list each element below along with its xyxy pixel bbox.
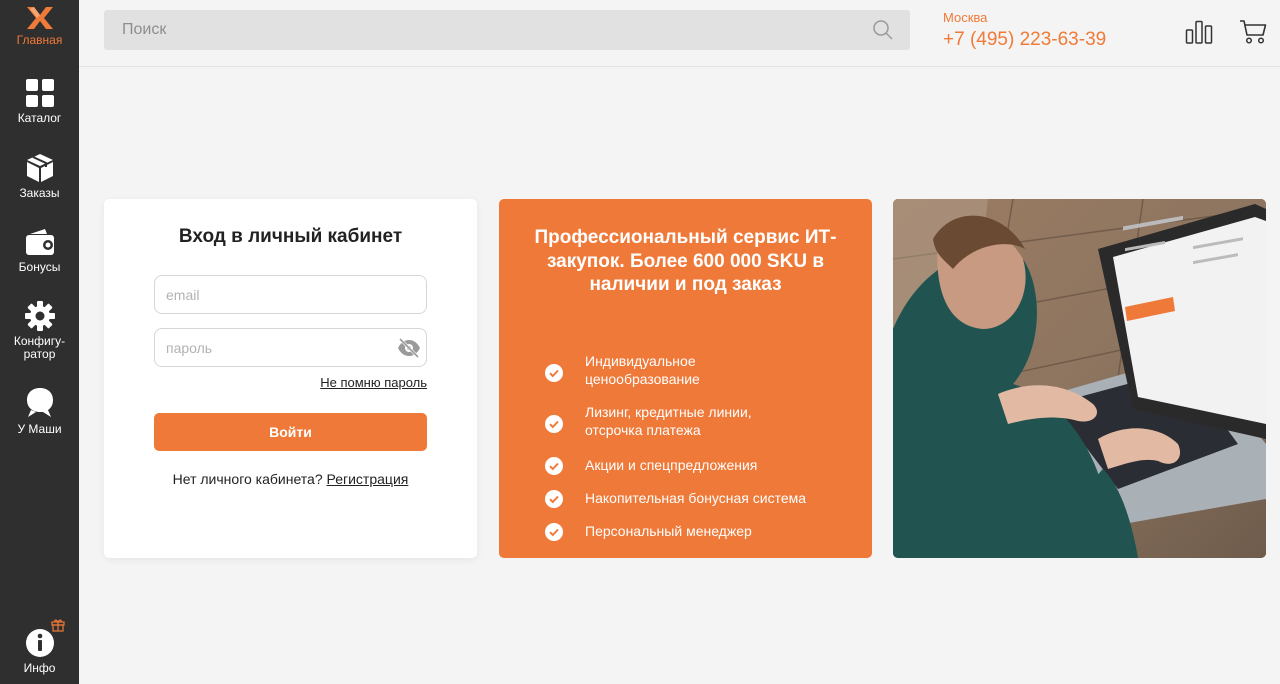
- sidebar-item-masha[interactable]: У Маши: [0, 387, 79, 436]
- sidebar-item-configurator[interactable]: Конфигу- ратор: [0, 301, 79, 361]
- cart-icon[interactable]: [1239, 19, 1267, 45]
- search-box: [104, 10, 910, 50]
- check-circle-icon: [545, 363, 563, 382]
- laptop-photo: [893, 199, 1266, 558]
- register-prompt: Нет личного кабинета? Регистрация: [104, 471, 477, 487]
- sidebar: Главная Каталог Заказы Бонусы Конфигу- р…: [0, 0, 79, 684]
- sidebar-item-home[interactable]: Главная: [0, 6, 79, 47]
- email-field-wrapper: [154, 275, 427, 314]
- login-button[interactable]: Войти: [154, 413, 427, 451]
- sidebar-item-label: Каталог: [17, 111, 62, 125]
- sidebar-item-bonus[interactable]: Бонусы: [0, 227, 79, 274]
- benefit-item: Акции и спецпредложения: [545, 449, 806, 482]
- eye-slash-icon[interactable]: [397, 337, 421, 359]
- search-icon[interactable]: [873, 20, 893, 40]
- city-selector[interactable]: Москва: [943, 10, 987, 25]
- phone-number[interactable]: +7 (495) 223-63-39: [943, 29, 1106, 51]
- top-bar: Москва +7 (495) 223-63-39: [79, 0, 1280, 67]
- check-circle-icon: [545, 522, 563, 541]
- sidebar-item-label: Бонусы: [18, 260, 61, 274]
- register-link[interactable]: Регистрация: [327, 471, 409, 487]
- gear-icon: [24, 301, 55, 331]
- benefit-text: Лизинг, кредитные линии, отсрочка платеж…: [585, 404, 752, 438]
- password-field[interactable]: [155, 329, 426, 366]
- sidebar-item-label: Главная: [16, 33, 63, 47]
- check-circle-icon: [545, 489, 563, 508]
- login-title: Вход в личный кабинет: [178, 226, 403, 247]
- benefit-text: Индивидуальное ценообразование: [585, 353, 700, 387]
- benefit-item: Лизинг, кредитные линии, отсрочка платеж…: [545, 398, 806, 449]
- info-icon: [25, 629, 54, 657]
- email-field[interactable]: [155, 276, 426, 313]
- sidebar-item-label: У Маши: [17, 422, 62, 436]
- login-card: Вход в личный кабинет Не помню пароль Во…: [104, 199, 477, 558]
- no-account-text: Нет личного кабинета?: [172, 471, 323, 487]
- benefit-text: Персональный менеджер: [585, 523, 752, 539]
- sidebar-item-label: Конфигу- ратор: [13, 334, 66, 361]
- sidebar-item-orders[interactable]: Заказы: [0, 153, 79, 200]
- sidebar-item-catalog[interactable]: Каталог: [0, 78, 79, 125]
- benefit-item: Накопительная бонусная система: [545, 482, 806, 515]
- benefit-text: Акции и спецпредложения: [585, 457, 758, 473]
- search-input[interactable]: [104, 10, 910, 50]
- sidebar-item-info[interactable]: Инфо: [0, 628, 79, 675]
- promo-title: Профессиональный сервис ИТ-закупок. Боле…: [534, 227, 837, 295]
- benefits-list: Индивидуальное ценообразование Лизинг, к…: [545, 347, 806, 548]
- forgot-password-link[interactable]: Не помню пароль: [320, 375, 427, 390]
- box-icon: [26, 154, 53, 182]
- wallet-icon: [25, 229, 54, 255]
- chat-bubble-icon: [26, 388, 53, 417]
- logo-x-icon: [26, 7, 53, 29]
- check-circle-icon: [545, 456, 563, 475]
- benefit-text: Накопительная бонусная система: [585, 490, 807, 506]
- benefit-item: Персональный менеджер: [545, 515, 806, 548]
- benefit-item: Индивидуальное ценообразование: [545, 347, 806, 398]
- check-circle-icon: [545, 414, 563, 433]
- sidebar-item-label: Инфо: [23, 661, 56, 675]
- gift-icon: [51, 619, 65, 632]
- promo-card: Профессиональный сервис ИТ-закупок. Боле…: [499, 199, 872, 558]
- photo-card: [893, 199, 1266, 558]
- compare-chart-icon[interactable]: [1185, 20, 1213, 44]
- password-field-wrapper: [154, 328, 427, 367]
- sidebar-item-label: Заказы: [19, 186, 60, 200]
- grid-icon: [25, 79, 54, 107]
